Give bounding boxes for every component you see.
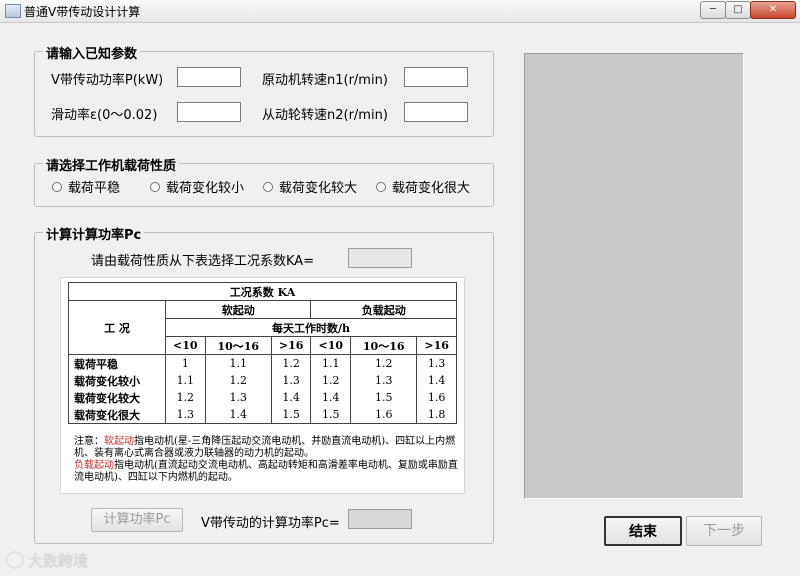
table-row: 载荷变化较小 1.1 1.2 1.3 1.2 1.3 1.4 [68,372,457,389]
note-prefix: 注意： [74,436,104,447]
watermark-text: 大数跨境 [28,551,89,570]
ka-condition-header: 工 况 [68,300,166,355]
ka-cell: 1.3 [350,372,418,389]
ka-cell: 1.2 [270,354,312,372]
ka-cell: 1.2 [165,389,206,406]
ka-cell: 1.4 [270,389,312,406]
next-step-button[interactable]: 下一步 [686,516,762,546]
power-input[interactable] [177,67,241,87]
ka-hour-col: >16 [270,336,312,355]
ka-cell: 1.5 [310,406,352,424]
ka-table: 工况系数 KA 工 况 软起动 负载起动 每天工作时数/h <10 10～16 … [68,282,457,424]
known-params-group: 请输入已知参数 [34,43,494,137]
ka-cell: 1.6 [350,406,418,424]
driven-speed-input[interactable] [404,102,468,122]
close-button[interactable]: ✕ [750,1,796,19]
title-bar: 普通V带传动设计计算 ─ □ ✕ [0,0,800,23]
ka-hour-col: 10～16 [204,336,272,355]
table-row: 载荷平稳 1 1.1 1.2 1.1 1.2 1.3 [68,354,457,372]
calc-power-legend: 计算计算功率Pc [43,224,145,243]
maximize-button[interactable]: □ [725,1,751,19]
ka-cell: 1.3 [165,406,206,424]
note-soft-term: 软起动 [104,436,134,447]
table-row: 载荷变化较大 1.2 1.3 1.4 1.4 1.5 1.6 [68,389,457,406]
ka-cell: 1.1 [204,354,272,372]
ka-cell: 1.1 [165,372,206,389]
radio-load-very-large-variation[interactable]: 载荷变化很大 [376,177,470,196]
ka-row-name: 载荷平稳 [68,354,166,372]
ka-cell: 1.3 [270,372,312,389]
ka-row-name: 载荷变化很大 [68,406,166,424]
radio-circle-icon [263,181,273,192]
ka-cell: 1 [165,354,206,372]
ka-hour-col: <10 [165,336,206,355]
ka-table-caption: 工况系数 KA [68,282,457,301]
motor-speed-label: 原动机转速n1(r/min) [262,73,388,88]
radio-load-steady[interactable]: 载荷平稳 [52,177,120,196]
ka-table-note: 注意：软起动指电动机(星-三角降压起动交流电动机、并励直流电动机)、四缸以上内燃… [74,436,458,484]
radio-label: 载荷变化较小 [166,181,245,196]
ka-cell: 1.8 [416,406,457,424]
window-title: 普通V带传动设计计算 [24,5,141,19]
note-load-text: 指电动机(直流起动交流电动机、高起动转矩和高滑差率电动机、复励或串励直流电动机)… [74,460,458,483]
ka-cell: 1.6 [416,389,457,406]
ka-cell: 1.4 [204,406,272,424]
driven-speed-label: 从动轮转速n2(r/min) [262,108,388,123]
ka-cell: 1.3 [416,354,457,372]
ka-cell: 1.4 [310,389,352,406]
known-params-legend: 请输入已知参数 [43,43,141,62]
app-icon [5,4,21,18]
ka-cell: 1.2 [310,372,352,389]
ka-hour-col: <10 [310,336,352,355]
power-label: V带传动功率P(kW) [51,73,164,88]
calc-pc-button[interactable]: 计算功率Pc [91,508,183,532]
pc-value-field[interactable] [348,509,412,529]
radio-circle-icon [376,181,386,192]
ka-table-panel: 工况系数 KA 工 况 软起动 负载起动 每天工作时数/h <10 10～16 … [60,277,465,494]
slip-input[interactable] [177,102,241,122]
end-button[interactable]: 结束 [604,516,682,546]
pc-label: V带传动的计算功率Pc= [201,516,340,531]
ka-hour-col: >16 [416,336,457,355]
minimize-button[interactable]: ─ [700,1,726,19]
radio-circle-icon [52,181,62,192]
ka-cell: 1.2 [350,354,418,372]
ka-cell: 1.3 [204,389,272,406]
ka-cell: 1.2 [204,372,272,389]
ka-cell: 1.4 [416,372,457,389]
ka-soft-start-header: 软起动 [164,300,312,319]
load-type-legend: 请选择工作机载荷性质 [43,155,180,174]
radio-load-large-variation[interactable]: 载荷变化较大 [263,177,357,196]
ka-cell: 1.1 [310,354,352,372]
slip-label: 滑动率ε(0～0.02) [51,108,158,123]
radio-label: 载荷平稳 [68,181,121,196]
radio-label: 载荷变化较大 [279,181,358,196]
watermark: 大数跨境 [6,548,88,572]
radio-load-small-variation[interactable]: 载荷变化较小 [150,177,244,196]
radio-label: 载荷变化很大 [392,181,471,196]
motor-speed-input[interactable] [404,67,468,87]
table-row: 载荷变化很大 1.3 1.4 1.5 1.5 1.6 1.8 [68,406,457,424]
ka-row-name: 载荷变化较大 [68,389,166,406]
watermark-logo-icon [6,551,24,569]
radio-circle-icon [150,181,160,192]
ka-hour-col: 10～16 [350,336,418,355]
output-panel[interactable] [524,53,744,499]
ka-cell: 1.5 [270,406,312,424]
ka-row-name: 载荷变化较小 [68,372,166,389]
ka-hours-header: 每天工作时数/h [165,318,457,337]
ka-cell: 1.5 [350,389,418,406]
note-load-term: 负载起动 [74,460,114,471]
ka-load-start-header: 负载起动 [310,300,457,319]
ka-value-field[interactable] [348,248,412,268]
ka-prompt: 请由载荷性质从下表选择工况系数KA= [91,254,315,269]
